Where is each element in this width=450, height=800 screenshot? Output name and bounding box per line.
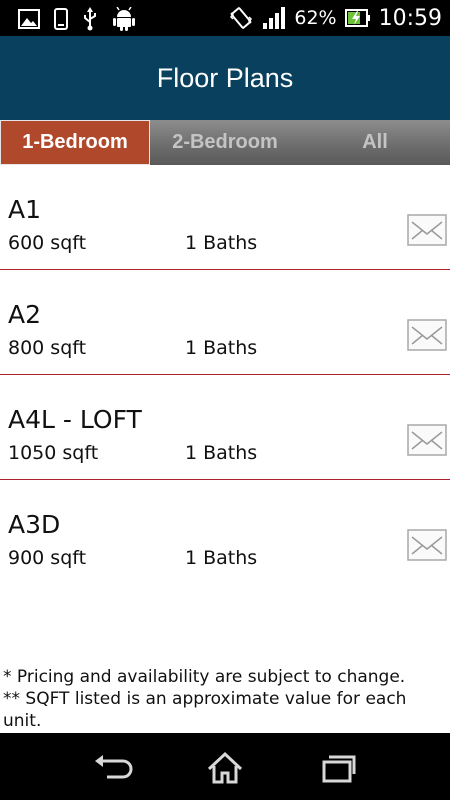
usb-icon [84,7,96,31]
tab-all[interactable]: All [300,120,450,165]
plan-name: A4L - LOFT [8,405,142,434]
plan-baths: 1 Baths [185,232,258,254]
floor-plan-row[interactable]: A1 600 sqft 1 Baths [0,165,450,270]
navigation-bar [0,733,450,800]
sqft-note: ** SQFT listed is an approximate value f… [3,689,407,731]
floor-plan-list: A1 600 sqft 1 Baths A2 800 sqft 1 Baths … [0,165,450,585]
floor-plan-row[interactable]: A4L - LOFT 1050 sqft 1 Baths [0,375,450,480]
plan-sqft: 600 sqft [8,232,87,254]
tab-2-bedroom[interactable]: 2-Bedroom [150,120,300,165]
plan-name: A2 [8,300,42,329]
android-icon [113,7,135,31]
floor-plan-row[interactable]: A3D 900 sqft 1 Baths [0,480,450,585]
floor-plan-row[interactable]: A2 800 sqft 1 Baths [0,270,450,375]
plan-baths: 1 Baths [185,547,258,569]
clock: 10:59 [378,5,442,31]
phone-icon [54,8,68,30]
tab-label: 1-Bedroom [22,131,128,153]
pricing-note: * Pricing and availability are subject t… [3,667,406,687]
home-icon[interactable] [205,751,245,785]
mail-icon[interactable] [407,424,447,456]
page-title: Floor Plans [156,62,294,93]
plan-sqft: 900 sqft [8,547,87,569]
image-icon [18,9,40,29]
mail-icon[interactable] [407,529,447,561]
notification-icons [18,7,136,31]
plan-name: A1 [8,195,42,224]
disclaimer-notes: * Pricing and availability are subject t… [3,666,447,732]
mail-icon[interactable] [407,214,447,246]
tab-1-bedroom[interactable]: 1-Bedroom [0,120,150,165]
battery-percent: 62% [294,7,337,29]
plan-baths: 1 Baths [185,442,258,464]
app-bar: Floor Plans [0,36,450,120]
battery-icon [344,9,370,27]
vibrate-icon [230,7,253,29]
tab-label: 2-Bedroom [172,131,278,153]
status-bar: 62% 10:59 [0,0,450,36]
recent-apps-icon[interactable] [318,751,358,785]
plan-baths: 1 Baths [185,337,258,359]
signal-icon [263,7,286,29]
plan-sqft: 800 sqft [8,337,87,359]
plan-sqft: 1050 sqft [8,442,99,464]
plan-name: A3D [8,510,61,539]
tab-bar: 1-Bedroom 2-Bedroom All [0,120,450,165]
back-icon[interactable] [93,751,133,785]
tab-label: All [362,131,388,153]
mail-icon[interactable] [407,319,447,351]
